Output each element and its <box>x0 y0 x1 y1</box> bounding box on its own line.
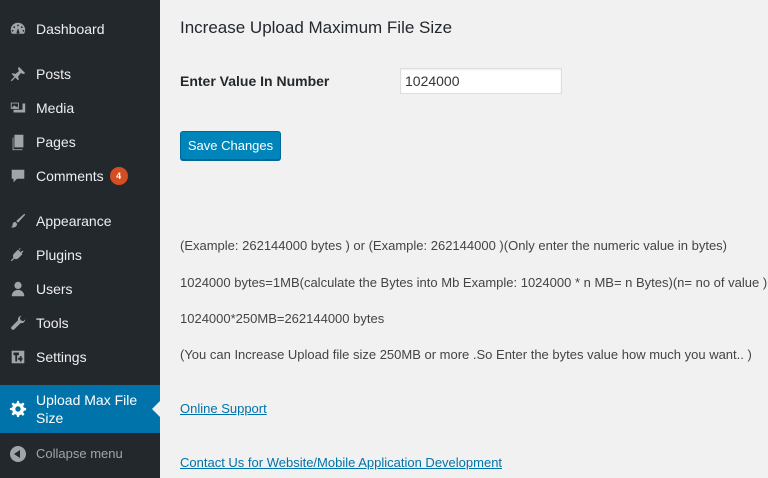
sidebar-item-appearance[interactable]: Appearance <box>0 204 160 238</box>
sidebar-item-comments[interactable]: Comments 4 <box>0 159 160 193</box>
comment-icon <box>8 166 28 186</box>
collapse-menu-button[interactable]: Collapse menu <box>0 437 160 471</box>
pages-icon <box>8 132 28 152</box>
sidebar-item-label: Users <box>36 281 73 297</box>
media-icon <box>8 98 28 118</box>
brush-icon <box>8 211 28 231</box>
sidebar-item-label: Posts <box>36 66 72 82</box>
collapse-arrow-icon <box>8 444 28 464</box>
main-content: Increase Upload Maximum File Size Enter … <box>180 0 768 478</box>
upload-size-input[interactable] <box>400 68 562 94</box>
sidebar-item-dashboard[interactable]: Dashboard <box>0 12 160 46</box>
sidebar-item-label: Dashboard <box>36 21 105 37</box>
sidebar-item-users[interactable]: Users <box>0 272 160 306</box>
pin-icon <box>8 64 28 84</box>
sidebar-item-label: Pages <box>36 134 76 150</box>
active-indicator-arrow <box>152 401 160 417</box>
sidebar-item-upload-max-file-size[interactable]: Upload Max File Size <box>0 385 160 433</box>
contact-us-link[interactable]: Contact Us for Website/Mobile Applicatio… <box>180 455 502 470</box>
sidebar-item-settings[interactable]: Settings <box>0 340 160 374</box>
dashboard-icon <box>8 19 28 39</box>
sidebar-item-plugins[interactable]: Plugins <box>0 238 160 272</box>
wrench-icon <box>8 313 28 333</box>
info-note-line: (You can Increase Upload file size 250MB… <box>180 347 752 362</box>
sidebar-item-tools[interactable]: Tools <box>0 306 160 340</box>
sidebar-item-label: Plugins <box>36 247 82 263</box>
field-label: Enter Value In Number <box>180 73 330 89</box>
sidebar-item-posts[interactable]: Posts <box>0 57 160 91</box>
info-calculation-line: 1024000*250MB=262144000 bytes <box>180 311 385 326</box>
admin-sidebar: Dashboard Posts Media Pages Comments 4 A… <box>0 0 160 478</box>
sidebar-item-label: Media <box>36 100 75 116</box>
sidebar-item-label: Settings <box>36 349 87 365</box>
comment-count-badge: 4 <box>109 167 128 185</box>
sidebar-item-pages[interactable]: Pages <box>0 125 160 159</box>
plug-icon <box>8 245 28 265</box>
sidebar-item-label: Appearance <box>36 213 112 229</box>
sidebar-item-media[interactable]: Media <box>0 91 160 125</box>
info-example-line: (Example: 262144000 bytes ) or (Example:… <box>180 238 728 253</box>
online-support-link[interactable]: Online Support <box>180 401 267 416</box>
save-changes-button[interactable]: Save Changes <box>180 131 281 160</box>
user-icon <box>8 279 28 299</box>
gear-icon <box>8 399 28 419</box>
settings-icon <box>8 347 28 367</box>
sidebar-item-label: Tools <box>36 315 69 331</box>
collapse-menu-label: Collapse menu <box>36 446 123 461</box>
page-title: Increase Upload Maximum File Size <box>180 18 453 37</box>
sidebar-item-label: Upload Max File Size <box>36 392 138 426</box>
sidebar-item-label: Comments <box>36 168 104 184</box>
info-conversion-line: 1024000 bytes=1MB(calculate the Bytes in… <box>180 275 768 290</box>
